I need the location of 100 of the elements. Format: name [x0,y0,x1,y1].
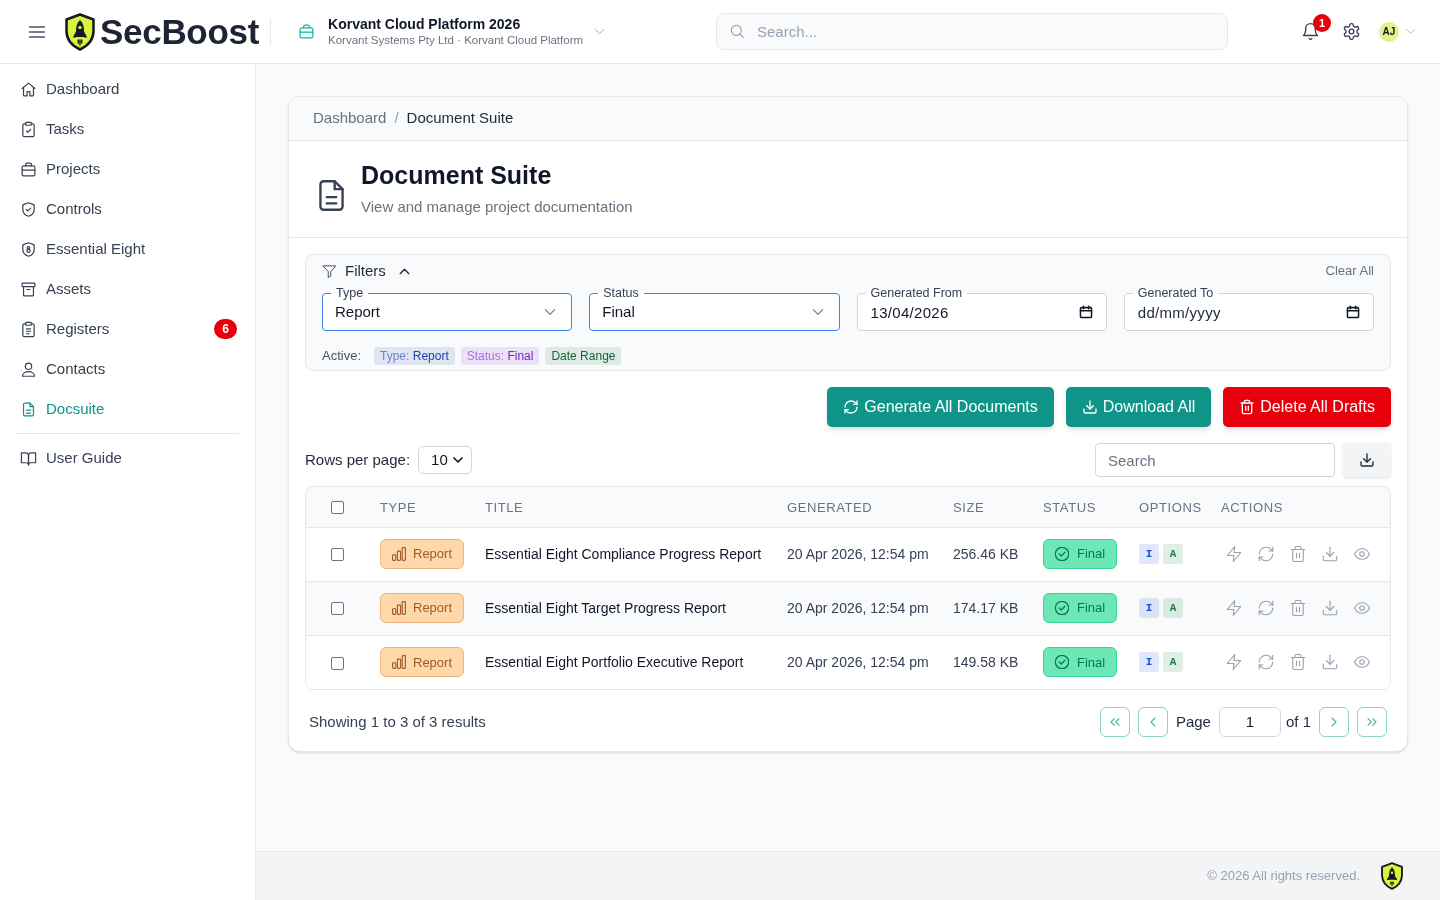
breadcrumb-separator: / [394,108,399,129]
column-header: OPTIONS [1139,499,1202,515]
item-count: 6 [214,319,237,339]
type-label: Report [413,599,453,618]
user-avatar[interactable]: AJ [1379,21,1399,42]
document-title: Essential Eight Portfolio Executive Report [485,654,744,671]
refresh-icon [1257,599,1275,617]
column-header: GENERATED [787,499,873,515]
generated-date: 20 Apr 2026, 12:54 pm [787,546,929,562]
settings-icon [1342,22,1361,41]
option-flag: I [1139,652,1159,673]
delete-drafts-button[interactable]: Delete All Drafts [1223,387,1391,427]
last-page-button[interactable] [1357,707,1387,737]
page-label: Page [1175,711,1211,732]
bolt-icon [1225,599,1243,617]
eye-icon [1353,599,1371,617]
refresh-icon [843,399,860,415]
option-flag: I [1139,544,1159,564]
chevron-down-icon [452,454,465,466]
refresh-icon [1257,653,1275,672]
sidebar-link[interactable]: Controls [20,197,102,221]
download-icon [1321,599,1339,617]
checkbox[interactable] [330,548,344,562]
rows-per-page-select[interactable]: 10 [418,446,473,474]
page-total: of 1 [1285,711,1311,732]
field-label: Type [331,285,369,301]
file-size: 174.17 KB [953,600,1019,616]
generate-all-button[interactable]: Generate All Documents [827,387,1054,427]
chevron-down-icon[interactable] [1405,26,1416,37]
active-filters-label: Active: [322,347,361,366]
sidebar-link[interactable]: Contacts [20,357,106,381]
search-field[interactable]: Search... [716,13,1228,50]
filter-tag: Status: Final [460,347,540,365]
sidebar-link[interactable]: User Guide [20,446,122,470]
calendar-icon[interactable] [1078,305,1093,319]
project-name: Korvant Cloud Platform 2026 [328,15,522,33]
project-subtitle: Korvant Systems Pty Ltd · Korvant Cloud Platform [328,32,584,48]
sidebar-link[interactable]: Registers [20,317,110,341]
clear-all-button[interactable]: Clear All [1325,261,1374,281]
bolt-icon [1225,545,1243,563]
previous-page-button[interactable] [1137,707,1168,737]
checkbox[interactable] [330,656,344,670]
checkbox[interactable] [330,501,344,514]
download-icon [1359,452,1375,468]
notification-count: 1 [1313,14,1331,32]
sidebar-link[interactable]: Essential Eight [20,237,146,261]
option-flag: A [1163,598,1183,618]
trash-icon [1289,599,1307,617]
status-label: Final [1077,599,1106,618]
sidebar-link[interactable]: Dashboard [20,77,120,101]
calendar-icon[interactable] [1346,305,1360,319]
user-icon [20,360,37,378]
search-icon [729,23,745,39]
page-input[interactable]: 1 [1218,707,1281,737]
download-all-button[interactable]: Download All [1065,387,1212,427]
filter-tag: Type: Report [374,347,455,365]
bell-icon [1301,22,1320,41]
results-summary: Showing 1 to 3 of 3 results [309,711,486,732]
bar-chart-icon [392,601,406,615]
status-label: Final [1077,653,1106,672]
rocket-shield-icon [1380,862,1404,890]
breadcrumb-link[interactable]: Dashboard [313,107,387,130]
first-page-button[interactable] [1099,707,1130,737]
export-button[interactable] [1343,443,1391,477]
option-flag: A [1163,652,1183,673]
filters-toggle[interactable]: Filters [322,259,411,283]
sidebar-link[interactable]: Assets [20,277,91,301]
clipboard-list-icon [20,320,37,338]
checkbox[interactable] [330,602,344,616]
refresh-icon [1257,545,1275,563]
file-size: 256.46 KB [953,546,1019,562]
column-header: TYPE [380,499,417,515]
trash-icon [1289,545,1307,563]
sidebar-link[interactable]: Docsuite [20,397,105,421]
eye-icon [1353,545,1371,563]
trash-icon [1289,653,1307,672]
shield-icon [20,240,37,258]
document-title: Essential Eight Compliance Progress Report [485,546,762,562]
sidebar-link[interactable]: Projects [20,157,101,181]
house-icon [20,80,37,98]
page-title: Document Suite [361,160,553,192]
download-icon [1321,653,1339,672]
option-flag: A [1163,544,1183,564]
filter-icon [322,263,337,279]
archive-box-icon [20,280,37,298]
brand-name: SecBoost [100,14,260,49]
table-search-field[interactable]: Search [1095,443,1335,477]
type-label: Report [413,653,453,672]
column-header: TITLE [485,499,524,515]
breadcrumb-current: Document Suite [406,108,514,129]
status-label: Final [1077,545,1106,564]
sidebar-link[interactable]: Tasks [20,117,85,141]
shield-check-icon [20,200,37,218]
trash-icon [1239,399,1256,415]
page-subtitle: View and manage project documentation [361,197,633,218]
copyright-text: © 2026 All rights reserved. [1207,867,1360,886]
download-icon [1081,399,1098,415]
rocket-shield-icon [64,12,96,51]
type-label: Report [413,545,453,564]
next-page-button[interactable] [1319,707,1349,737]
